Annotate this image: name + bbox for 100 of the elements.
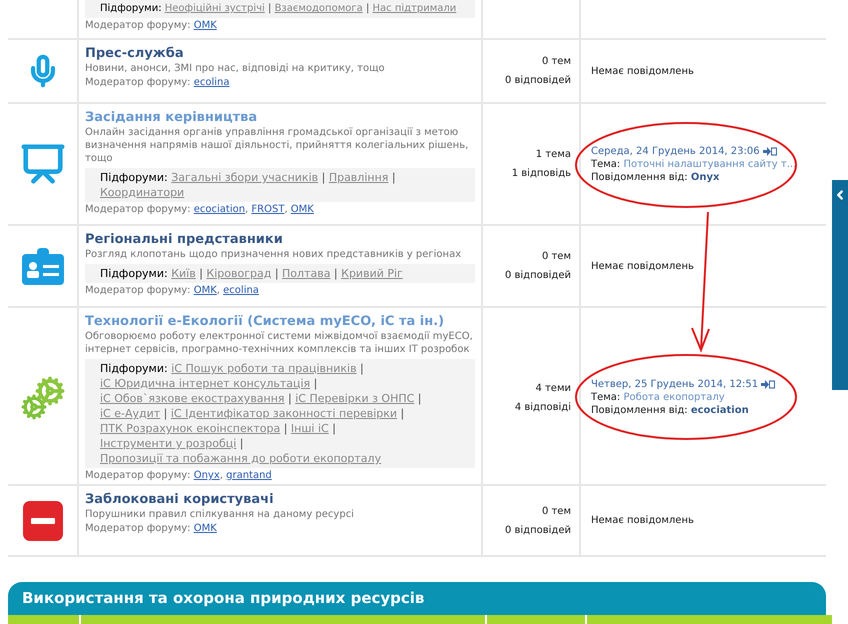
topic-link[interactable]: Робота екопорталу (624, 392, 725, 403)
moderator-label: Модератор форуму: (85, 20, 192, 31)
separator: | (416, 392, 422, 405)
separator: , (245, 204, 250, 215)
moderator-label: Модератор форуму: (85, 523, 192, 534)
subforum-link[interactable]: ПТК Розрахунок екоінспектора (100, 422, 280, 435)
moderator-label: Модератор форуму: (85, 285, 192, 296)
subforum-link[interactable]: iC Пошук роботи та працівників (171, 362, 357, 375)
subforums-label: Підфоруми: (100, 267, 169, 280)
post-date-link[interactable]: Четвер, 25 Грудень 2014, 12:51 (591, 378, 758, 391)
separator: | (274, 267, 280, 280)
subforum-link[interactable]: iC e-Аудит (100, 407, 160, 420)
separator: | (238, 437, 244, 450)
forum-title[interactable]: Прес-служба (85, 45, 475, 62)
topic-link[interactable]: Поточні налаштування сайту т... (624, 158, 796, 170)
no-posts-text: Немає повідомлень (591, 64, 694, 78)
subforum-link[interactable]: Пропозиції та побажання до роботи екопорталу (100, 452, 382, 465)
separator: | (332, 267, 339, 280)
subforum-link[interactable]: Координатори (100, 186, 184, 199)
separator: , (284, 204, 289, 215)
topic-label: Тема: (591, 392, 622, 403)
section-title: Використання та охорона природних ресурсів (22, 588, 424, 610)
table-header-cell (8, 615, 79, 624)
forum-title[interactable]: Засідання керівництва (85, 109, 475, 126)
separator: | (198, 267, 204, 280)
topic-count: 4 теми (535, 382, 571, 396)
reply-count: 4 відповіді (514, 400, 571, 414)
go-to-post-icon[interactable] (762, 146, 777, 156)
moderator-link[interactable]: FROST (251, 204, 284, 215)
subforum-link[interactable]: iC Юридична інтернет консультація (100, 377, 310, 390)
separator: | (320, 171, 326, 184)
separator: | (267, 3, 272, 14)
subforum-link[interactable]: Київ (171, 267, 196, 280)
blocked-icon (22, 500, 62, 540)
forum-title[interactable]: Заблоковані користувачі (85, 491, 475, 508)
subforum-link[interactable]: Інші iC (290, 422, 329, 435)
separator: | (312, 377, 318, 390)
forum-description: Обговорюємо роботу електронної системи міжвідомчої взаємодії myECO, інтернет сервісів, програмно-технічних комплексів та інших IT розробок (85, 330, 474, 356)
separator: , (220, 470, 224, 481)
moderator-link[interactable]: ecolina (223, 285, 259, 296)
subforum-link[interactable]: Інструменти у розробці (100, 437, 236, 450)
moderator-link[interactable]: Onyx (194, 470, 220, 481)
separator: | (282, 422, 288, 435)
post-date-link[interactable]: Середа, 24 Грудень 2014, 23:06 (591, 144, 760, 158)
subforums-label: Підфоруми: (100, 3, 163, 14)
separator: | (390, 171, 396, 184)
subforums-label: Підфоруми: (100, 362, 169, 375)
subforum-link[interactable]: Кіровоград (206, 267, 272, 280)
forum-title[interactable]: Технології e-Екології (Система myECO, iC та ін.) (85, 313, 475, 330)
separator: | (364, 3, 370, 14)
separator: , (216, 285, 221, 296)
moderator-link[interactable]: OMK (194, 20, 217, 31)
subforum-link[interactable]: Неофіційні зустрічі (164, 3, 265, 14)
subforum-link[interactable]: iC Ідентифікатор законності перевірки (170, 407, 398, 420)
moderator-link[interactable]: ecociation (194, 204, 246, 215)
separator: | (331, 422, 336, 435)
forum-description: Онлайн засідання органів управління громадської організації з метою визначення напрямів нашої діяльності, прийняття колегіальних рішень, тощо (85, 126, 470, 165)
reply-count: 1 відповідь (512, 167, 571, 181)
topic-count: 0 тем (542, 504, 571, 518)
reply-count: 0 відповідей (504, 269, 571, 283)
moderator-link[interactable]: OMK (194, 523, 217, 534)
author-label: Повідомлення від: (591, 172, 689, 182)
forum-description: Новини, анонси, ЗМІ про нас, відповіді на критику, тощо (85, 62, 386, 75)
subforum-link[interactable]: Правління (328, 171, 388, 184)
forum-title[interactable]: Регіональні представники (85, 231, 475, 248)
moderator-label: Модератор форуму: (85, 204, 192, 215)
subforum-link[interactable]: Загальні збори учасників (171, 171, 318, 184)
gears-icon (20, 376, 64, 420)
reply-count: 0 відповідей (504, 524, 571, 538)
topic-count: 0 тем (542, 250, 571, 264)
moderator-label: Модератор форуму: (85, 470, 192, 481)
topic-label: Тема: (591, 158, 622, 170)
moderator-link[interactable]: grantand (226, 470, 272, 481)
subforums-label: Підфоруми: (100, 171, 169, 184)
no-posts-text: Немає повідомлень (591, 260, 694, 274)
subforum-link[interactable]: iC Перевірки з ОНПС (295, 392, 414, 405)
author-label: Повідомлення від: (591, 405, 689, 416)
moderator-label: Модератор форуму: (85, 77, 192, 88)
subforum-link[interactable]: Кривий Ріг (341, 267, 403, 280)
separator: | (287, 392, 293, 405)
separator: | (400, 407, 404, 420)
author-link[interactable]: Onyx (690, 172, 720, 182)
separator: | (162, 407, 168, 420)
forum-description: Порушники правил спілкування на даному ресурсі (85, 508, 355, 521)
no-posts-text: Немає повідомлень (591, 514, 694, 528)
topic-count: 1 тема (536, 148, 571, 162)
moderator-link[interactable]: OMK (194, 285, 217, 296)
moderator-link[interactable]: ecolina (194, 77, 230, 88)
subforum-link[interactable]: Взаємодопомога (274, 3, 363, 14)
subforum-link[interactable]: Нас підтримали (372, 3, 456, 14)
subforum-link[interactable]: Полтава (282, 267, 330, 280)
moderator-link[interactable]: OMK (290, 204, 314, 215)
forum-description: Розгляд клопотань щодо призначення нових представників у регіонах (85, 248, 462, 261)
topic-count: 0 тем (542, 55, 571, 69)
author-link[interactable]: ecociation (690, 405, 749, 416)
go-to-post-icon[interactable] (761, 380, 776, 389)
subforum-link[interactable]: iC Обов`язкове екострахування (100, 392, 285, 405)
id-card-icon (20, 246, 64, 286)
reply-count: 0 відповідей (504, 74, 571, 88)
separator: | (359, 362, 364, 375)
